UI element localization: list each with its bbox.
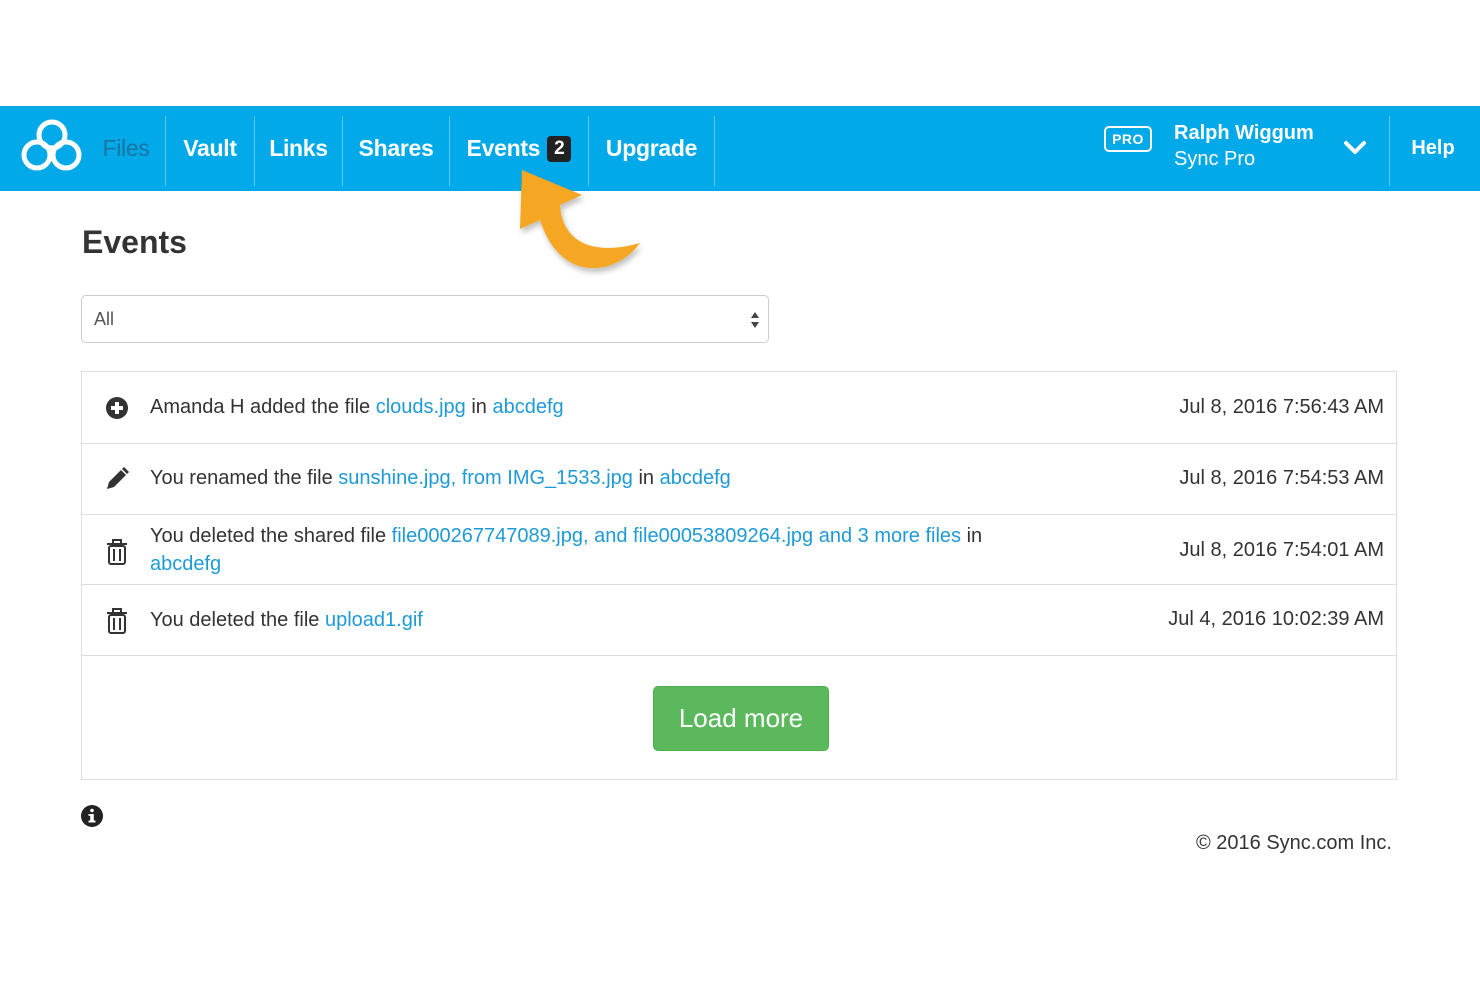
pencil-icon bbox=[107, 467, 129, 489]
nav-upgrade-label: Upgrade bbox=[605, 135, 698, 161]
file-link[interactable]: clouds.jpg bbox=[376, 396, 466, 418]
event-text: in bbox=[961, 525, 983, 547]
page-title: Events bbox=[82, 224, 187, 260]
help-link[interactable]: Help bbox=[1400, 106, 1466, 191]
file-link[interactable]: upload1.gif bbox=[325, 609, 423, 631]
nav-vault-label: Vault bbox=[183, 135, 237, 161]
folder-link[interactable]: abcdefg bbox=[492, 396, 563, 418]
event-text: You renamed the file bbox=[150, 467, 339, 489]
event-date: Jul 8, 2016 7:54:53 AM bbox=[1179, 467, 1384, 489]
event-text: Amanda H added the file bbox=[150, 396, 376, 418]
user-plan: Sync Pro bbox=[1174, 148, 1256, 170]
event-date: Jul 8, 2016 7:54:01 AM bbox=[1179, 539, 1384, 561]
nav-divider bbox=[1389, 116, 1390, 186]
sync-logo-icon[interactable] bbox=[18, 116, 86, 180]
nav-vault[interactable]: Vault bbox=[166, 106, 254, 191]
nav-divider bbox=[714, 116, 715, 186]
nav-shares-label: Shares bbox=[358, 135, 434, 161]
event-date: Jul 8, 2016 7:56:43 AM bbox=[1179, 396, 1384, 418]
event-row: Amanda H added the file clouds.jpg in ab… bbox=[82, 372, 1396, 444]
copyright: © 2016 Sync.com Inc. bbox=[1196, 832, 1392, 854]
nav-links-label: Links bbox=[269, 135, 328, 161]
load-more-button[interactable]: Load more bbox=[653, 686, 829, 751]
file-link[interactable]: sunshine.jpg, from IMG_1533.jpg bbox=[338, 467, 633, 489]
event-date: Jul 4, 2016 10:02:39 AM bbox=[1168, 608, 1384, 630]
event-row: You renamed the file sunshine.jpg, from … bbox=[82, 444, 1396, 515]
event-description: You deleted the shared file file00026774… bbox=[150, 522, 1050, 578]
filter-selected-value: All bbox=[94, 309, 115, 329]
file-link[interactable]: file000267747089.jpg, and file0005380926… bbox=[392, 525, 961, 547]
event-text: in bbox=[465, 396, 493, 418]
event-text: You deleted the shared file bbox=[150, 525, 392, 547]
select-arrows-icon bbox=[751, 312, 759, 328]
user-name: Ralph Wiggum bbox=[1174, 122, 1314, 144]
nav-events-label: Events bbox=[466, 135, 541, 161]
event-row: You deleted the file upload1.gif Jul 4, … bbox=[82, 585, 1396, 656]
top-navbar: Files Vault Links Shares Events 2 Upgrad… bbox=[0, 106, 1480, 191]
trash-icon bbox=[107, 539, 127, 565]
nav-shares[interactable]: Shares bbox=[343, 106, 449, 191]
nav-links[interactable]: Links bbox=[255, 106, 342, 191]
nav-files[interactable]: Files bbox=[96, 106, 156, 191]
event-description: You renamed the file sunshine.jpg, from … bbox=[150, 464, 1050, 492]
event-filter-select[interactable]: All bbox=[81, 295, 769, 343]
events-panel: Amanda H added the file clouds.jpg in ab… bbox=[81, 371, 1397, 780]
events-count-badge: 2 bbox=[547, 135, 572, 162]
info-icon[interactable] bbox=[80, 804, 104, 828]
trash-icon bbox=[107, 608, 127, 634]
event-text: You deleted the file bbox=[150, 609, 325, 631]
event-row: You deleted the shared file file00026774… bbox=[82, 515, 1396, 585]
chevron-down-icon[interactable] bbox=[1340, 136, 1370, 160]
folder-link[interactable]: abcdefg bbox=[660, 467, 731, 489]
curved-arrow-icon bbox=[520, 170, 640, 269]
nav-files-label: Files bbox=[102, 135, 150, 161]
user-menu[interactable]: Ralph Wiggum Sync Pro bbox=[1174, 120, 1314, 172]
event-description: You deleted the file upload1.gif bbox=[150, 606, 1050, 634]
event-text: in bbox=[632, 467, 660, 489]
pro-badge: PRO bbox=[1104, 126, 1152, 152]
event-description: Amanda H added the file clouds.jpg in ab… bbox=[150, 393, 1050, 421]
folder-link[interactable]: abcdefg bbox=[150, 553, 221, 575]
plus-circle-icon bbox=[106, 397, 128, 419]
